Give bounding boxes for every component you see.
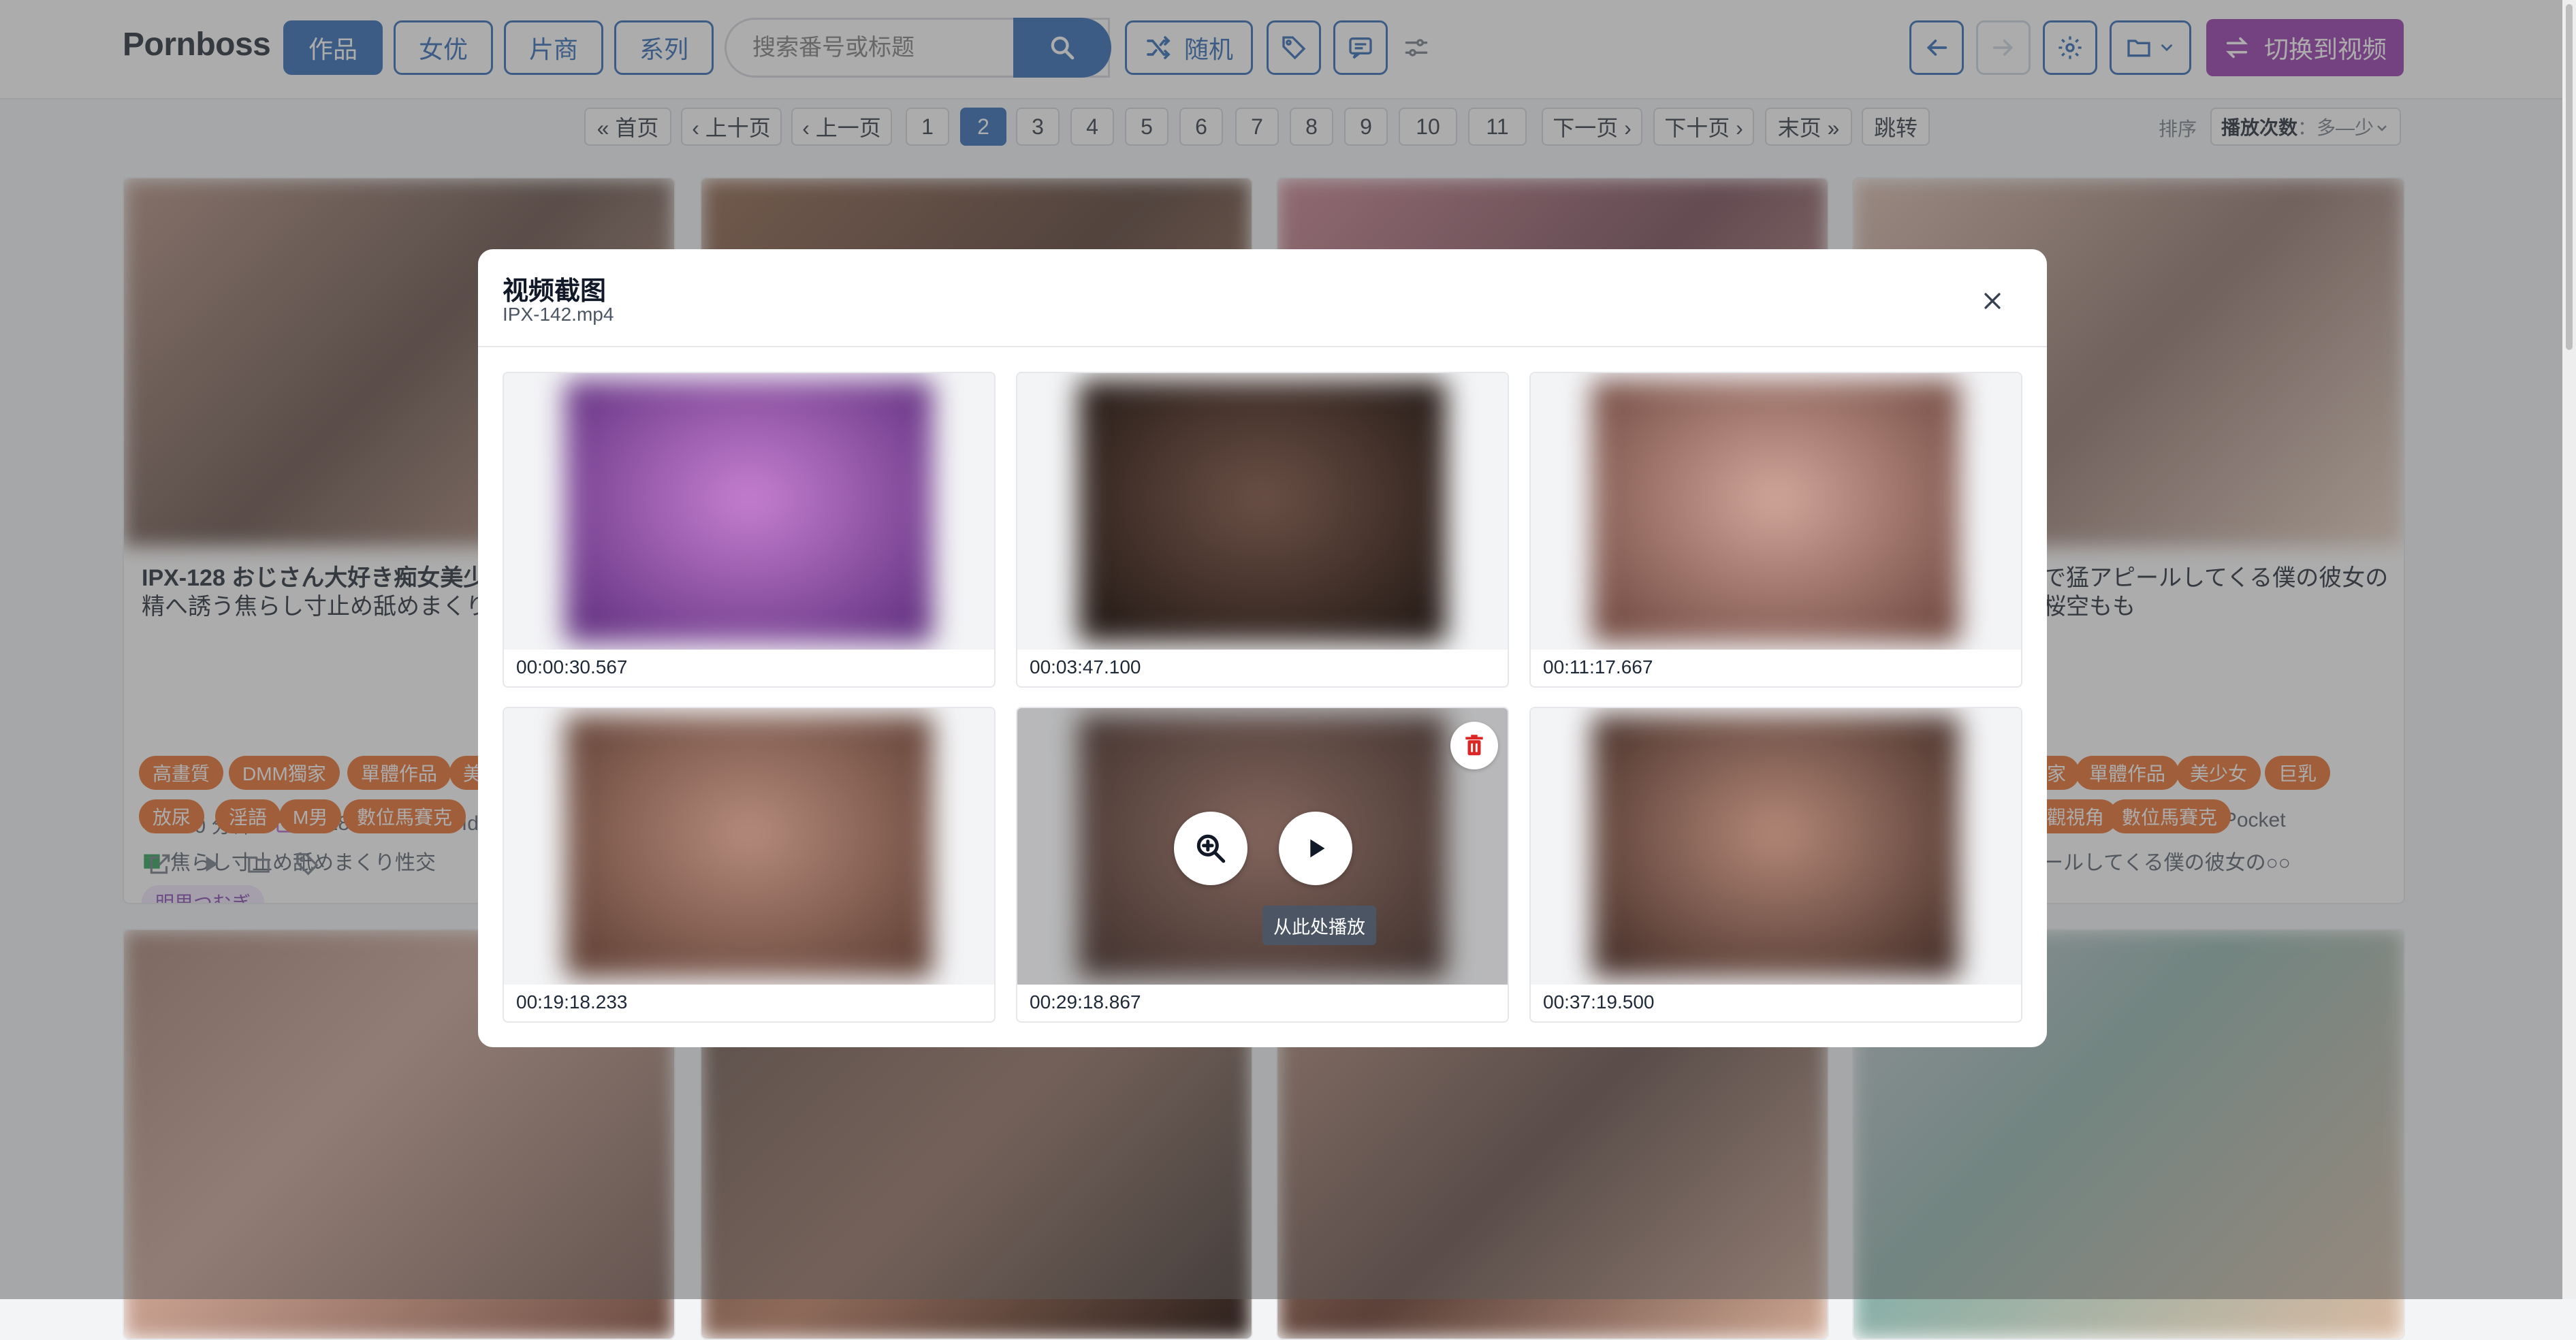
screenshot-tile[interactable]: 00:37:19.500 (1529, 707, 2022, 1023)
screenshot-image[interactable] (1592, 715, 1960, 978)
screenshot-timestamp: 00:37:19.500 (1543, 991, 1655, 1012)
screenshot-tile-hovered[interactable]: 从此处播放 00:29:18.867 (1016, 707, 1509, 1023)
screenshot-tile[interactable]: 00:03:47.100 (1016, 372, 1509, 688)
screenshot-tile[interactable]: 00:00:30.567 (503, 372, 996, 688)
screenshot-image-area (504, 708, 994, 985)
screenshot-image-area (1017, 373, 1508, 650)
trash-icon (1465, 735, 1483, 756)
screenshot-timestamp: 00:29:18.867 (1030, 991, 1141, 1012)
page-scrollbar-thumb[interactable] (2566, 4, 2573, 350)
play-from-here-button[interactable] (1279, 812, 1352, 885)
close-icon (1984, 293, 2001, 309)
screenshot-tile[interactable]: 00:11:17.667 (1529, 372, 2022, 688)
delete-screenshot-button[interactable] (1450, 722, 1498, 769)
screenshot-timestamp: 00:03:47.100 (1030, 656, 1141, 677)
screenshot-image-area (1531, 708, 2021, 985)
modal-title: 视频截图 (503, 277, 607, 306)
screenshot-image[interactable] (1079, 380, 1446, 643)
modal-filename: IPX-142.mp4 (503, 304, 614, 325)
modal-divider (478, 346, 2047, 347)
screenshot-tile[interactable]: 00:19:18.233 (503, 707, 996, 1023)
zoom-in-button[interactable] (1174, 812, 1247, 885)
screenshot-timestamp: 00:11:17.667 (1543, 656, 1653, 677)
close-button[interactable] (1973, 282, 2011, 320)
screenshots-modal: 视频截图 IPX-142.mp4 00:00:30.567 00:03:47.1… (478, 249, 2047, 1047)
screenshot-image[interactable] (565, 380, 933, 643)
screenshot-timestamp: 00:19:18.233 (516, 991, 628, 1012)
screenshot-image[interactable] (565, 715, 933, 978)
screenshot-timestamp: 00:00:30.567 (516, 656, 628, 677)
screenshot-image-area (1531, 373, 2021, 650)
screenshot-image-area (504, 373, 994, 650)
screenshot-image[interactable] (1592, 380, 1960, 643)
zoom-in-icon (1196, 834, 1226, 863)
play-icon (1310, 839, 1325, 858)
play-from-here-tooltip: 从此处播放 (1262, 906, 1376, 945)
